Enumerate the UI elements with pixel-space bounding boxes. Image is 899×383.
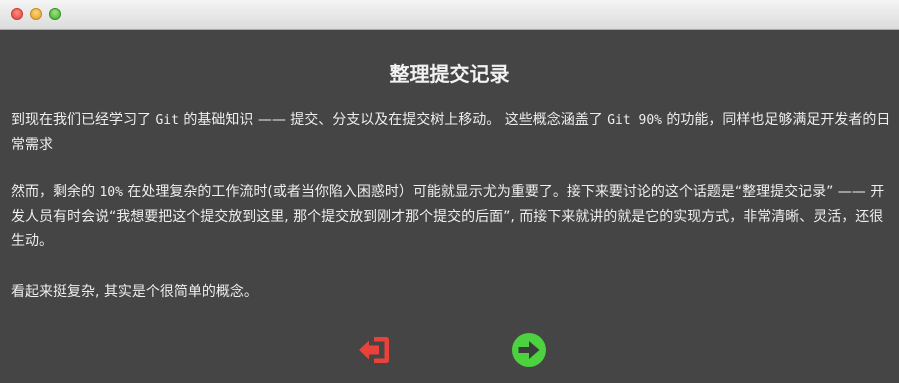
- code-git: Git: [155, 113, 179, 128]
- arrow-right-circle-icon: [512, 333, 546, 367]
- paragraph-intro-text-b: 的基础知识 —— 提交、分支以及在提交树上移动。 这些概念涵盖了: [178, 112, 608, 128]
- paragraph-intro-text-a: 到现在我们已经学习了: [11, 112, 156, 128]
- code-git-90: Git 90%: [607, 113, 662, 128]
- next-button[interactable]: [511, 332, 547, 368]
- exit-icon: [359, 337, 389, 363]
- window-minimize-button[interactable]: [30, 8, 42, 20]
- dialog-content: 整理提交记录 到现在我们已经学习了 Git 的基础知识 —— 提交、分支以及在提…: [0, 30, 899, 383]
- window-maximize-button[interactable]: [49, 8, 61, 20]
- window-titlebar: [0, 0, 899, 30]
- paragraph-intro: 到现在我们已经学习了 Git 的基础知识 —— 提交、分支以及在提交树上移动。 …: [11, 108, 891, 157]
- paragraph-however: 然而，剩余的 10% 在处理复杂的工作流时(或者当你陷入困惑时）可能就显示尤为重…: [11, 180, 891, 253]
- dialog-title: 整理提交记录: [389, 62, 510, 86]
- paragraph-however-text-b: 在处理复杂的工作流时(或者当你陷入困惑时）可能就显示尤为重要了。接下来要讨论的这…: [11, 184, 885, 249]
- paragraph-however-text-a: 然而，剩余的: [11, 184, 100, 200]
- app-window: 整理提交记录 到现在我们已经学习了 Git 的基础知识 —— 提交、分支以及在提…: [0, 0, 899, 383]
- paragraph-conclusion: 看起来挺复杂, 其实是个很简单的概念。: [11, 284, 258, 300]
- window-close-button[interactable]: [11, 8, 23, 20]
- code-10-percent: 10%: [99, 185, 123, 200]
- exit-button[interactable]: [356, 332, 392, 368]
